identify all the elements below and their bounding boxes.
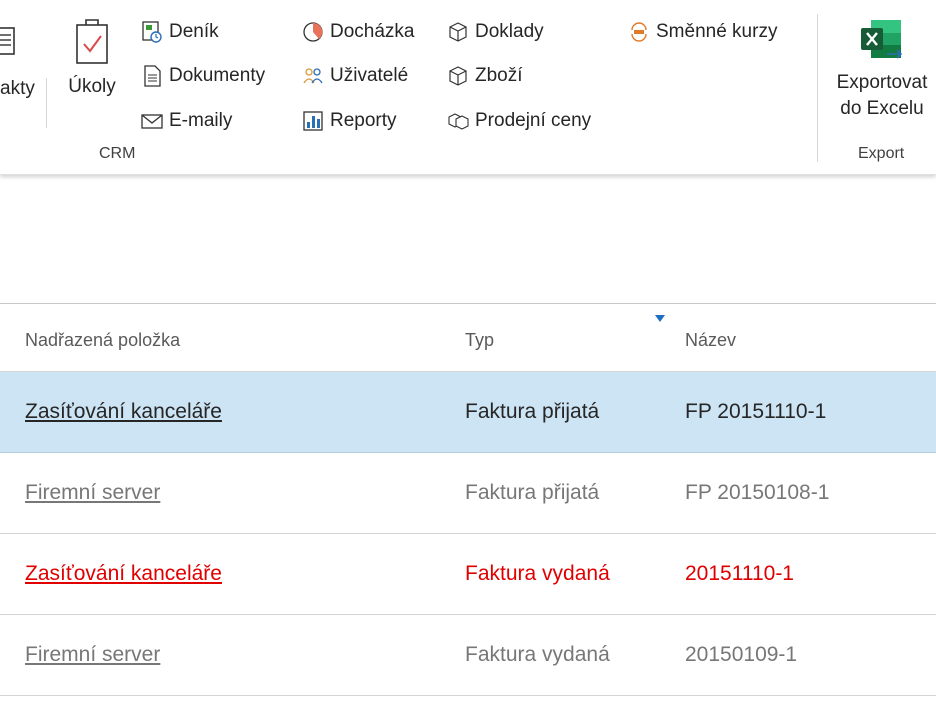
sort-indicator-icon: [655, 310, 665, 322]
tasks-button[interactable]: Úkoly: [64, 16, 120, 98]
users-button[interactable]: Uživatelé: [302, 65, 408, 87]
users-icon: [302, 65, 324, 87]
cell-type: Faktura vydaná: [465, 562, 610, 585]
documents-label: Dokumenty: [169, 65, 266, 86]
goods-label: Zboží: [475, 65, 523, 86]
journal-icon: [141, 21, 163, 43]
pie-clock-icon: [302, 21, 324, 43]
cell-name: 20150109-1: [685, 643, 798, 666]
users-label: Uživatelé: [330, 65, 409, 86]
column-header-type[interactable]: Typ: [465, 330, 494, 351]
reports-label: Reporty: [330, 110, 397, 131]
exchange-rates-label: Směnné kurzy: [656, 21, 778, 42]
cell-name: FP 20150108-1: [685, 481, 830, 504]
sale-prices-button[interactable]: Prodejní ceny: [447, 110, 591, 132]
exchange-rates-button[interactable]: Směnné kurzy: [628, 21, 777, 43]
attendance-button[interactable]: Docházka: [302, 21, 415, 43]
emails-label: E-maily: [169, 110, 233, 131]
currency-exchange-icon: [628, 21, 650, 43]
attendance-label: Docházka: [330, 21, 415, 42]
cell-parent[interactable]: Zasíťování kanceláře: [25, 534, 222, 614]
cell-type: Faktura přijatá: [465, 400, 600, 423]
cell-parent[interactable]: Firemní server: [25, 615, 160, 695]
table-row[interactable]: Zasíťování kanceláře Faktura přijatá FP …: [0, 372, 936, 453]
bar-report-icon: [302, 110, 324, 132]
documents-button[interactable]: Dokumenty: [141, 65, 265, 87]
cell-parent[interactable]: Zasíťování kanceláře: [25, 372, 222, 452]
tasks-label: Úkoly: [68, 76, 116, 97]
contacts-button-label[interactable]: akty: [0, 78, 35, 100]
receipts-label: Doklady: [475, 21, 544, 42]
export-excel-button[interactable]: Exportovat do Excelu: [828, 16, 936, 120]
cell-type: Faktura vydaná: [465, 643, 610, 666]
table-row[interactable]: Zasíťování kanceláře Faktura vydaná 2015…: [0, 534, 936, 615]
cell-type: Faktura přijatá: [465, 481, 600, 504]
goods-button[interactable]: Zboží: [447, 65, 523, 87]
reports-button[interactable]: Reporty: [302, 110, 397, 132]
table-row[interactable]: Firemní server Faktura vydaná 20150109-1: [0, 615, 936, 696]
sale-prices-label: Prodejní ceny: [475, 110, 592, 131]
export-label-line2: do Excelu: [840, 98, 924, 119]
column-header-name[interactable]: Název: [685, 330, 736, 351]
crm-group-label: CRM: [99, 145, 136, 162]
export-label-line1: Exportovat: [836, 72, 928, 93]
group-separator: [817, 14, 818, 162]
group-separator: [46, 78, 47, 128]
excel-icon: [861, 20, 903, 59]
cell-name: FP 20151110-1: [685, 400, 827, 423]
receipts-button[interactable]: Doklady: [447, 21, 544, 43]
cell-parent[interactable]: Firemní server: [25, 453, 160, 533]
emails-button[interactable]: E-maily: [141, 110, 232, 132]
clipboard-check-icon: [76, 19, 108, 64]
cell-name: 20151110-1: [685, 562, 794, 585]
envelope-icon: [141, 110, 163, 132]
contacts-icon[interactable]: [0, 22, 16, 62]
export-group-label: Export: [858, 145, 905, 162]
column-header-parent[interactable]: Nadřazená položka: [25, 330, 180, 351]
box-icon: [447, 21, 469, 43]
journal-button[interactable]: Deník: [141, 21, 219, 43]
document-icon: [141, 65, 163, 87]
ribbon: akty Úkoly Deník Dokumenty E-maily Dochá…: [0, 0, 936, 175]
package-icon: [447, 65, 469, 87]
table-row[interactable]: Firemní server Faktura přijatá FP 201501…: [0, 453, 936, 534]
grid-top-border: [0, 303, 936, 304]
journal-label: Deník: [169, 21, 219, 42]
boxes-icon: [447, 110, 469, 132]
